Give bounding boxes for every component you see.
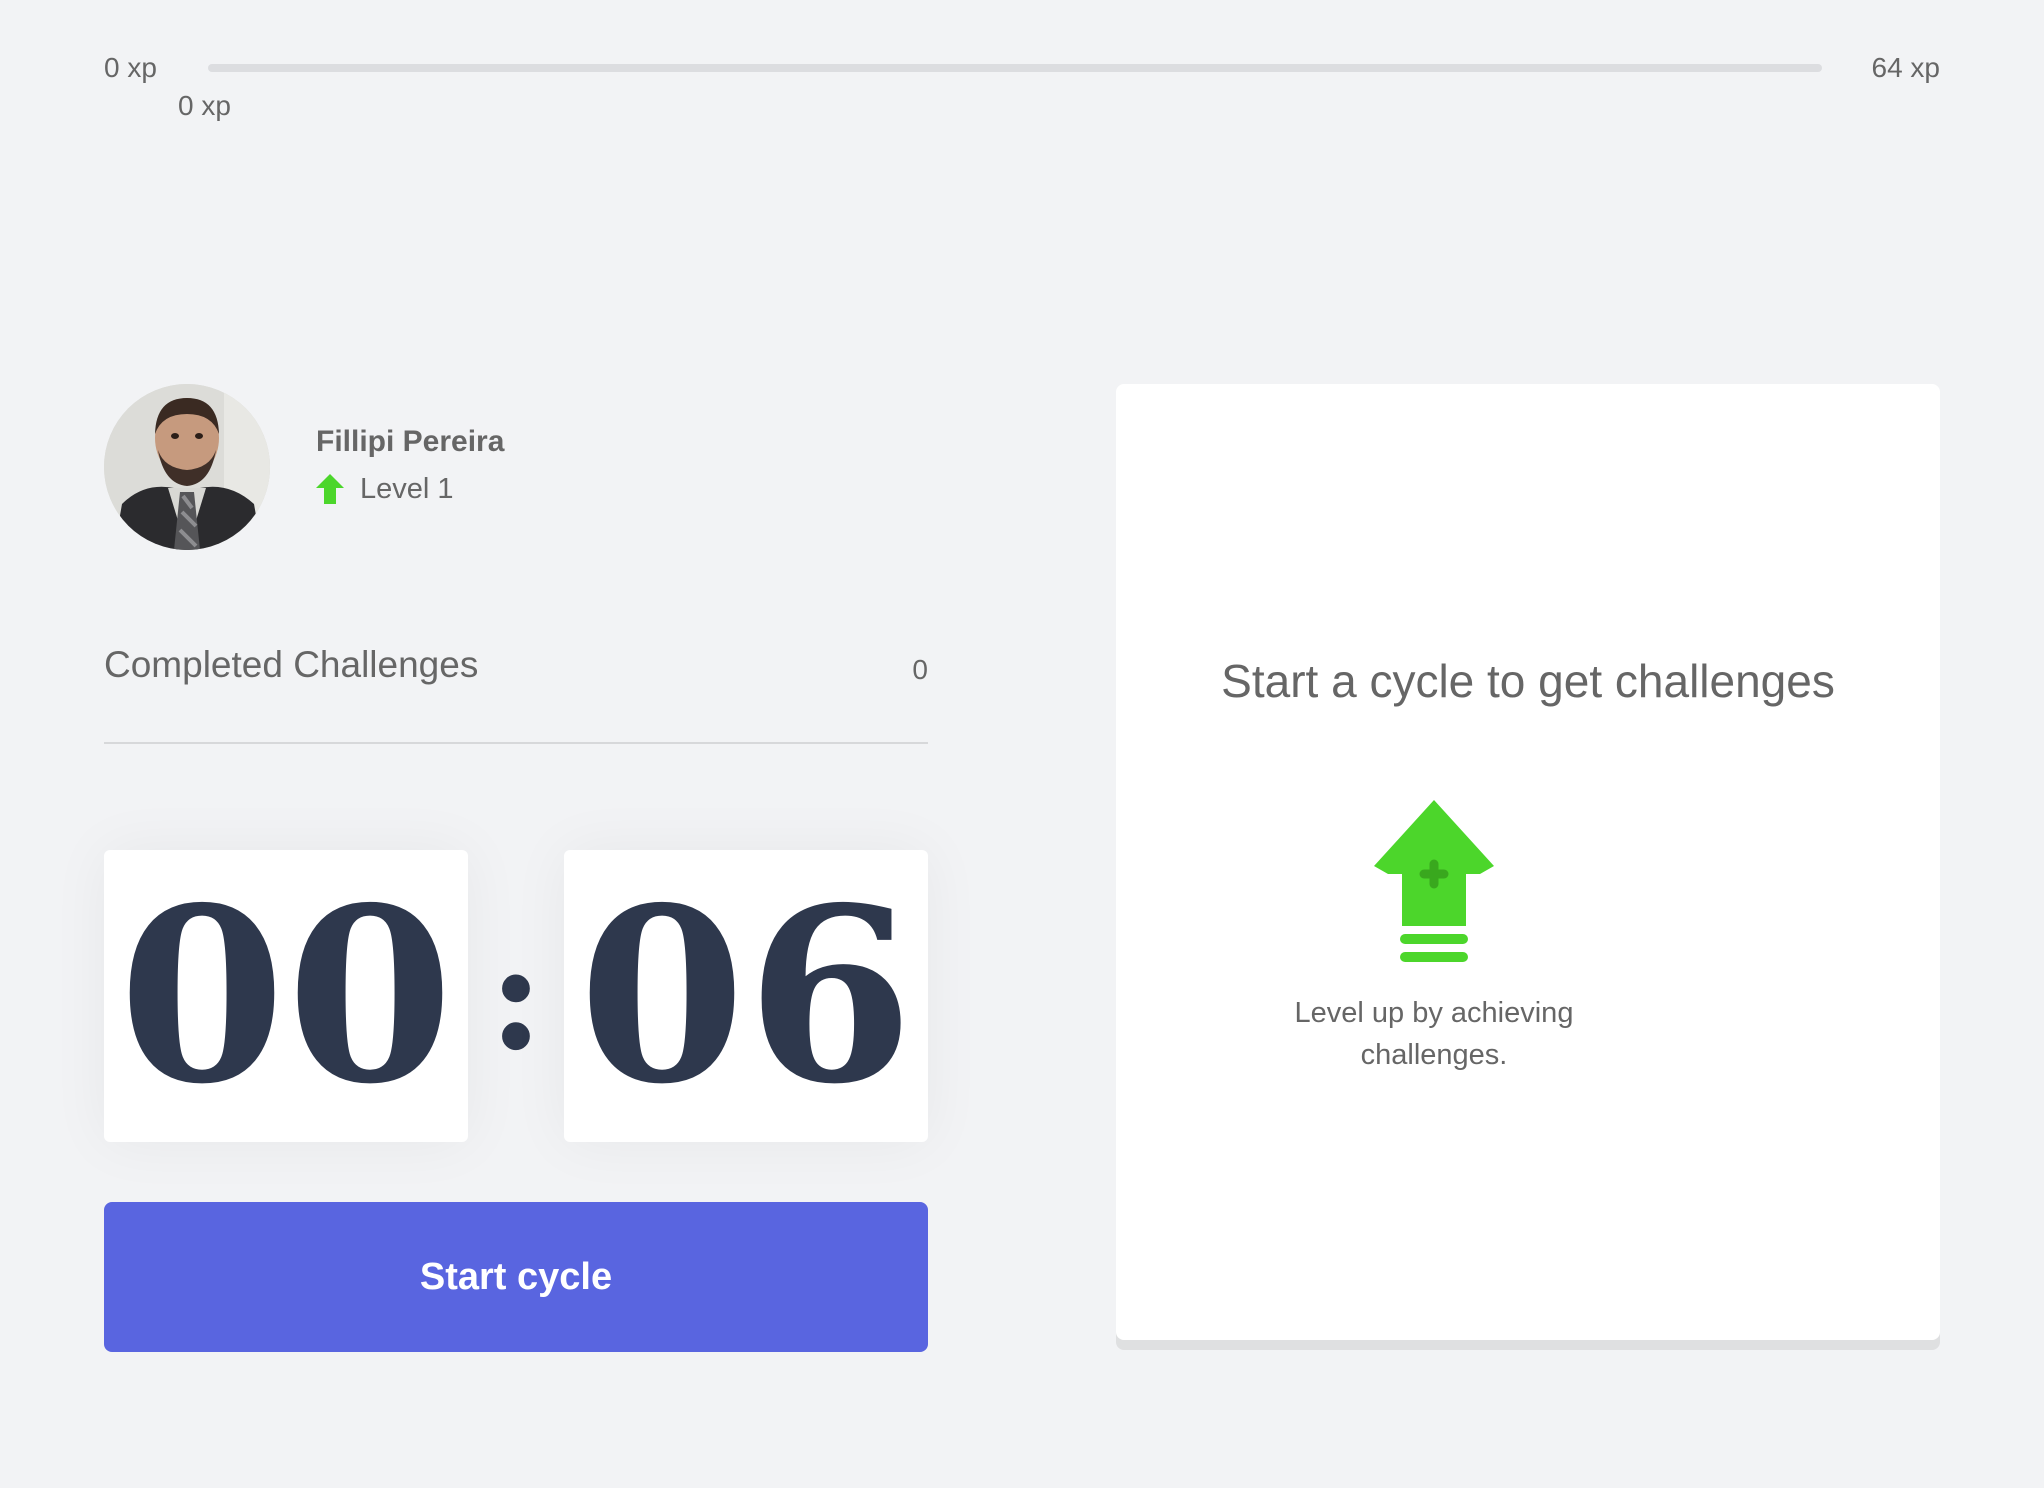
left-column: Fillipi Pereira Level 1 Completed Challe… (104, 384, 928, 1352)
completed-challenges-count: 0 (912, 654, 928, 685)
seconds-box: 0 6 (564, 850, 928, 1142)
countdown-separator: : (488, 908, 544, 1084)
xp-min-label: 0 xp (104, 52, 157, 83)
xp-progress-track (208, 64, 1822, 72)
minutes-box: 0 0 (104, 850, 468, 1142)
profile-photo (104, 384, 270, 550)
completed-challenges-label: Completed Challenges (104, 644, 479, 685)
profile-info: Fillipi Pereira Level 1 (316, 425, 504, 506)
xp-current-label: 0 xp (178, 90, 231, 121)
challenge-title: Start a cycle to get challenges (1221, 655, 1835, 707)
xp-bar: 0 xp 64 xp 0 xp (104, 48, 1940, 128)
second-digit-right: 6 (746, 855, 914, 1137)
second-digit-left: 0 (578, 855, 746, 1137)
challenge-box: Start a cycle to get challenges Level up… (1116, 384, 1940, 1340)
start-cycle-button[interactable]: Start cycle (104, 1202, 928, 1352)
challenge-hint: Level up by achieving challenges. (1294, 997, 1574, 1071)
profile-name: Fillipi Pereira (316, 424, 505, 458)
minute-digit-right: 0 (286, 855, 454, 1137)
avatar (104, 384, 270, 550)
profile-level: Level 1 (316, 473, 504, 506)
xp-max-label: 64 xp (1871, 52, 1941, 83)
profile: Fillipi Pereira Level 1 (104, 384, 928, 550)
level-label: Level 1 (360, 472, 454, 505)
countdown: 0 0 : 0 6 (104, 850, 928, 1142)
completed-challenges: Completed Challenges 0 (104, 646, 928, 744)
minute-digit-left: 0 (118, 855, 286, 1137)
level-up-arrow-icon (316, 474, 344, 504)
level-up-icon (1374, 800, 1494, 964)
